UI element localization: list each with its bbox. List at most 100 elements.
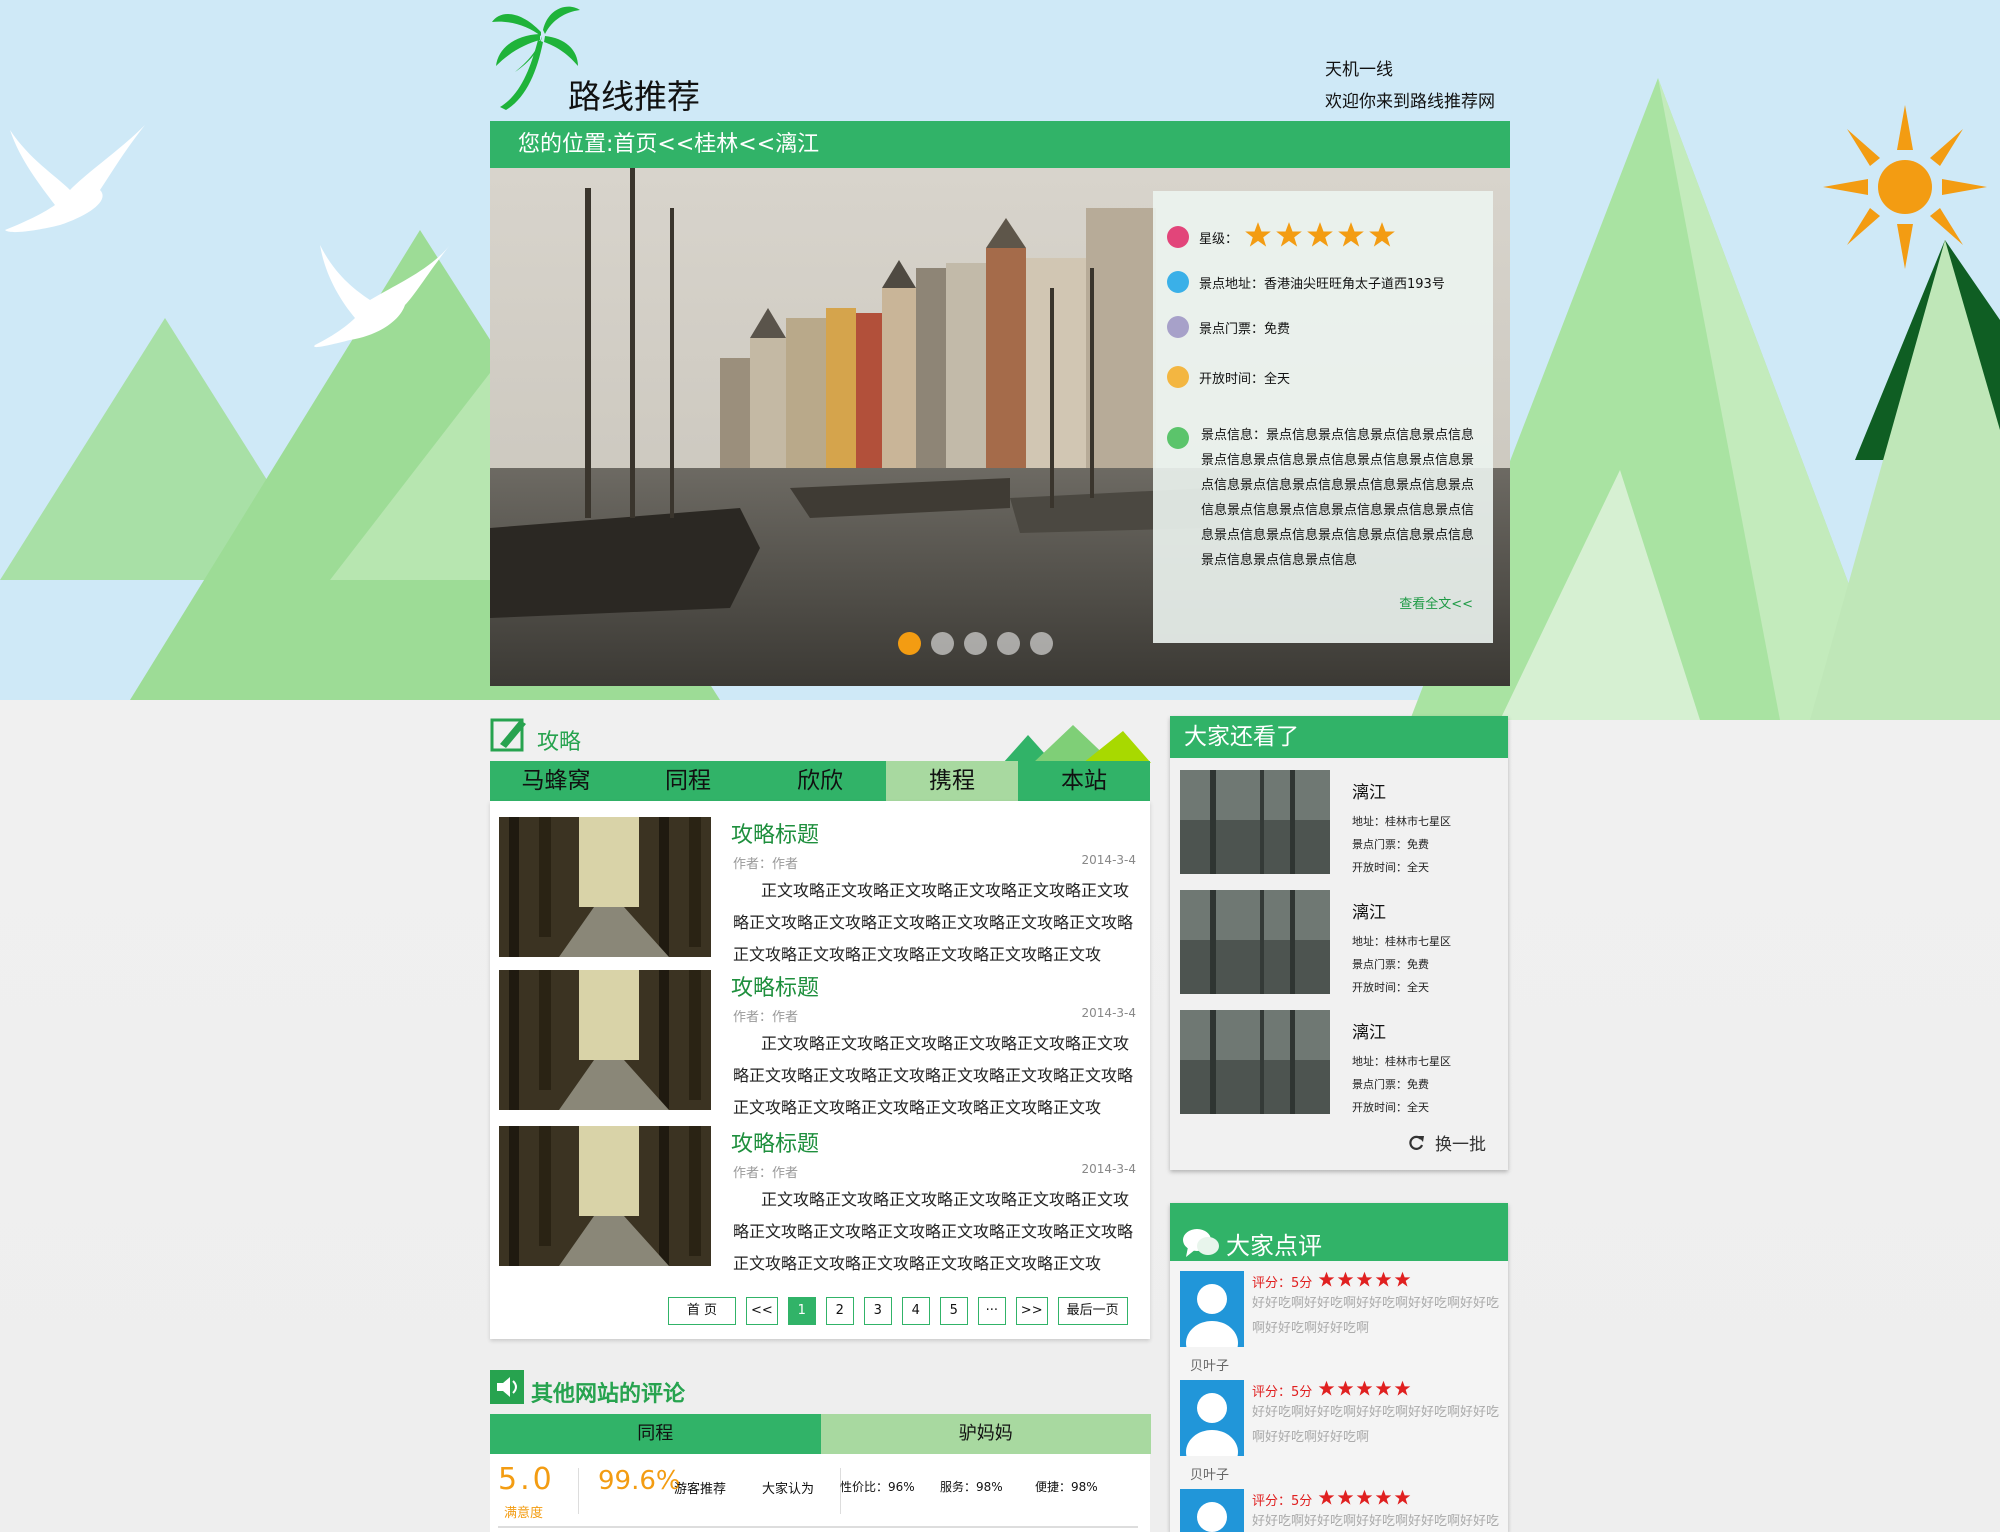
carousel-dot[interactable] <box>898 632 921 655</box>
star-icon <box>1337 1380 1354 1401</box>
star-icon <box>1337 1271 1354 1292</box>
tab-guide-source[interactable]: 本站 <box>1018 761 1150 801</box>
comment-stars <box>1318 1489 1411 1510</box>
carousel-dot[interactable] <box>1030 632 1053 655</box>
guides-tabbar: 马蜂窝 同程 欣欣 携程 本站 <box>490 761 1150 801</box>
pager-ellipsis: ··· <box>977 1297 1006 1325</box>
refresh-icon <box>1409 1135 1424 1150</box>
article-body: 正文攻略正文攻略正文攻略正文攻略正文攻略正文攻略正文攻略正文攻略正文攻略正文攻略… <box>733 1190 1134 1273</box>
metric-value-convenience: 便捷：98% <box>1035 1480 1098 1494</box>
attraction-hours: 开放时间：全天 <box>1199 371 1291 387</box>
also-viewed-title: 大家还看了 <box>1170 716 1508 758</box>
also-viewed-address: 地址：桂林市七星区 <box>1352 935 1451 948</box>
tab-tongcheng[interactable]: 同程 <box>490 1414 821 1454</box>
article-thumbnail[interactable] <box>499 970 711 1110</box>
carousel-dot[interactable] <box>997 632 1020 655</box>
carousel-dot[interactable] <box>964 632 987 655</box>
attraction-ticket: 景点门票：免费 <box>1199 321 1291 337</box>
article-item[interactable]: 攻略标题 作者：作者 2014-3-4 正文攻略正文攻略正文攻略正文攻略正文攻略正文攻… <box>499 1114 1144 1273</box>
star-icon <box>1337 1489 1354 1510</box>
also-viewed-thumbnail[interactable] <box>1180 770 1330 874</box>
speaker-icon <box>490 1370 524 1404</box>
tab-guide-source[interactable]: 欣欣 <box>754 761 886 801</box>
page-numbers: 12345 <box>787 1297 968 1325</box>
comment-text: 好好吃啊好好吃啊好好吃啊好好吃啊好好吃啊好好吃啊好好吃啊 <box>1252 1405 1500 1445</box>
also-viewed-address: 地址：桂林市七星区 <box>1352 815 1451 828</box>
location-pin-icon <box>1167 271 1189 293</box>
tab-lvmama[interactable]: 驴妈妈 <box>820 1414 1151 1454</box>
site-name: 天机一线 <box>1325 60 1393 80</box>
also-viewed-thumbnail[interactable] <box>1180 890 1330 994</box>
star-icon <box>1356 1271 1373 1292</box>
comment-item: 评分：5分好好吃啊好好吃啊好好吃啊好好吃啊好好吃啊好好吃啊好好吃啊贝叶子 <box>1180 1380 1500 1488</box>
comment-text: 好好吃啊好好吃啊好好吃啊好好吃啊好好吃啊好好吃啊好好吃啊 <box>1252 1296 1500 1336</box>
also-viewed-ticket: 景点门票：免费 <box>1352 958 1429 971</box>
chat-bubbles-icon <box>1183 1229 1219 1257</box>
next-page-button[interactable]: >> <box>1015 1297 1048 1325</box>
article-thumbnail[interactable] <box>499 1126 711 1266</box>
page-number-button[interactable]: 4 <box>901 1297 930 1325</box>
also-viewed-name[interactable]: 漓江 <box>1352 898 1386 923</box>
carousel-dot[interactable] <box>931 632 954 655</box>
comment-stars <box>1318 1380 1411 1401</box>
avatar <box>1180 1380 1244 1456</box>
recommend-label: 游客推荐 <box>674 1482 727 1497</box>
also-viewed-item[interactable]: 漓江 地址：桂林市七星区 景点门票：免费 开放时间：全天 <box>1180 770 1500 874</box>
also-viewed-ticket: 景点门票：免费 <box>1352 1078 1429 1091</box>
tab-guide-source[interactable]: 马蜂窝 <box>490 761 622 801</box>
refresh-label: 换一批 <box>1435 1135 1486 1155</box>
also-viewed-item[interactable]: 漓江 地址：桂林市七星区 景点门票：免费 开放时间：全天 <box>1180 1010 1500 1114</box>
recommend-percent: 99.6% <box>598 1466 681 1496</box>
attraction-info: 景点信息：景点信息景点信息景点信息景点信息景点信息景点信息景点信息景点信息景点信… <box>1201 428 1475 568</box>
first-page-button[interactable]: 首 页 <box>668 1297 736 1325</box>
page-number-button[interactable]: 5 <box>939 1297 968 1325</box>
tab-guide-source[interactable]: 同程 <box>622 761 754 801</box>
stats-divider <box>578 1468 579 1514</box>
avatar <box>1180 1271 1244 1347</box>
logo-text[interactable]: 路线推荐 <box>568 70 700 118</box>
article-date: 2014-3-4 <box>1081 1006 1136 1020</box>
article-title[interactable]: 攻略标题 <box>731 817 819 849</box>
rating-star-icon <box>1368 221 1396 253</box>
palm-tree-icon <box>492 6 580 110</box>
page-number-button[interactable]: 3 <box>863 1297 892 1325</box>
star-icon <box>1375 1489 1392 1510</box>
prev-page-button[interactable]: << <box>746 1297 778 1325</box>
article-date: 2014-3-4 <box>1081 853 1136 867</box>
also-viewed-name[interactable]: 漓江 <box>1352 778 1386 803</box>
sun-icon <box>1823 105 1987 269</box>
star-icon <box>1356 1489 1373 1510</box>
also-viewed-item[interactable]: 漓江 地址：桂林市七星区 景点门票：免费 开放时间：全天 <box>1180 890 1500 994</box>
comment-stars <box>1318 1271 1411 1292</box>
article-thumbnail[interactable] <box>499 817 711 957</box>
star-icon <box>1356 1380 1373 1401</box>
article-date: 2014-3-4 <box>1081 1162 1136 1176</box>
comments-panel: 大家点评 评分：5分 好好吃啊好好吃啊好好吃啊好好吃啊好好吃啊好好吃啊好好吃啊 贝叶… <box>1170 1203 1508 1532</box>
star-icon <box>1318 1380 1335 1401</box>
tab-guide-source[interactable]: 携程 <box>886 761 1018 801</box>
also-viewed-thumbnail[interactable] <box>1180 1010 1330 1114</box>
guides-title: 攻略 <box>537 730 582 755</box>
star-icon <box>1375 1380 1392 1401</box>
rating-star-icon <box>1337 221 1365 253</box>
article-item[interactable]: 攻略标题 作者：作者 2014-3-4 正文攻略正文攻略正文攻略正文攻略正文攻略正文攻… <box>499 958 1144 1117</box>
refresh-button[interactable]: 换一批 <box>1407 1130 1486 1155</box>
guides-article-list: 攻略标题 作者：作者 2014-3-4 正文攻略正文攻略正文攻略正文攻略正文攻略正文攻… <box>490 801 1150 1339</box>
star-icon <box>1394 1380 1411 1401</box>
article-item[interactable]: 攻略标题 作者：作者 2014-3-4 正文攻略正文攻略正文攻略正文攻略正文攻略正文攻… <box>499 805 1144 964</box>
last-page-button[interactable]: 最后一页 <box>1057 1297 1128 1325</box>
article-title[interactable]: 攻略标题 <box>731 1126 819 1158</box>
article-body: 正文攻略正文攻略正文攻略正文攻略正文攻略正文攻略正文攻略正文攻略正文攻略正文攻略… <box>733 881 1134 964</box>
read-more-link[interactable]: 查看全文<< <box>1399 593 1473 612</box>
article-title[interactable]: 攻略标题 <box>731 970 819 1002</box>
rating-row: 星级： <box>1167 221 1396 253</box>
avatar <box>1180 1489 1244 1532</box>
attraction-address: 景点地址：香港油尖旺旺角太子道西193号 <box>1199 276 1445 292</box>
bird-icon <box>5 125 450 348</box>
also-viewed-hours: 开放时间：全天 <box>1352 1101 1429 1114</box>
page-number-button[interactable]: 2 <box>825 1297 854 1325</box>
comment-text: 好好吃啊好好吃啊好好吃啊好好吃啊好好吃啊好好吃啊好好吃啊 <box>1252 1514 1500 1529</box>
comment-score: 评分：5分 <box>1252 1489 1411 1510</box>
also-viewed-name[interactable]: 漓江 <box>1352 1018 1386 1043</box>
page-number-button[interactable]: 1 <box>787 1297 816 1325</box>
